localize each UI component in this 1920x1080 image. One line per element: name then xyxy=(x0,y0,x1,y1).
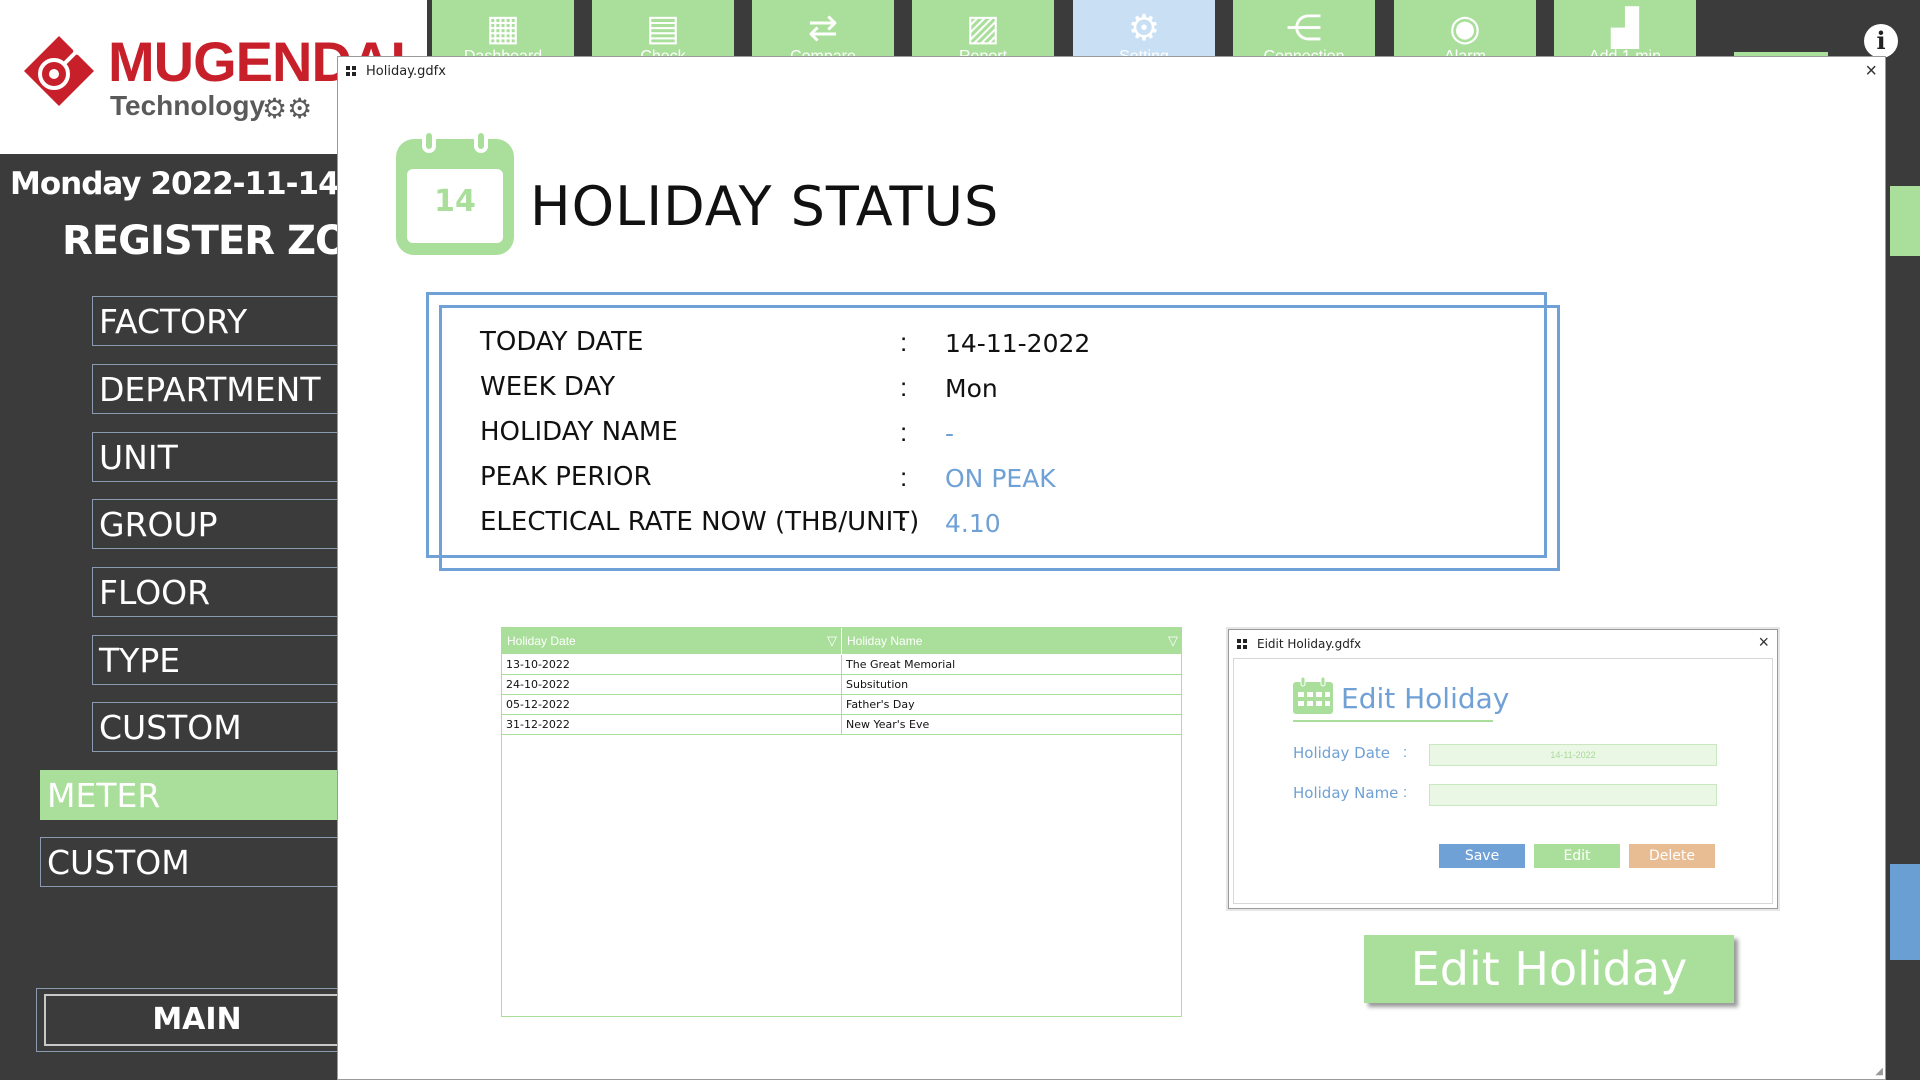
nav-setting-button[interactable]: ⚙ Setting xyxy=(1073,0,1215,58)
table-cell: The Great Memorial xyxy=(842,655,1182,675)
nav-dashboard-button[interactable]: ▦ Dashboard xyxy=(432,0,574,58)
dashboard-icon: ▦ xyxy=(485,7,521,48)
filter-icon[interactable]: ▽ xyxy=(827,628,837,654)
share-icon: ⋲ xyxy=(1286,7,1322,48)
logo-sub: Technology xyxy=(110,90,266,121)
status-value: ON PEAK xyxy=(945,464,1056,493)
right-edge-panel xyxy=(1890,186,1920,256)
resize-grip-icon[interactable]: ◢ xyxy=(1875,1066,1883,1077)
status-colon: : xyxy=(900,417,908,447)
field-colon: : xyxy=(1403,784,1408,801)
document-icon: ▤ xyxy=(645,7,681,48)
status-value: 4.10 xyxy=(945,509,1001,538)
status-value: 14-11-2022 xyxy=(945,329,1091,358)
status-row-holiday-name: HOLIDAY NAME : - xyxy=(480,417,1480,457)
status-row-electrical-rate: ELECTICAL RATE NOW (THB/UNIT) : 4.10 xyxy=(480,507,1480,547)
status-value: - xyxy=(945,419,955,448)
holiday-name-label: Holiday Name xyxy=(1293,784,1399,802)
table-row[interactable]: 13-10-2022 The Great Memorial xyxy=(502,655,1182,675)
signal-bars-icon: ▟ xyxy=(1611,7,1639,48)
compare-icon: ⇄ xyxy=(807,7,839,48)
field-colon: : xyxy=(1403,744,1408,761)
nav-add-1-min-button[interactable]: ▟ Add 1 min xyxy=(1554,0,1696,58)
status-label: HOLIDAY NAME xyxy=(480,417,678,447)
calendar-icon: 14 xyxy=(396,129,516,255)
dialog-title: Eidit Holiday.gdfx xyxy=(1257,637,1362,651)
nav-compare-button[interactable]: ⇄ Compare xyxy=(752,0,894,58)
status-value: Mon xyxy=(945,374,998,403)
status-colon: : xyxy=(900,372,908,402)
right-edge-panel-blue xyxy=(1890,864,1920,960)
heading-underline xyxy=(1293,720,1493,722)
window-titlebar[interactable]: Holiday.gdfx × xyxy=(338,57,1885,87)
delete-button[interactable]: Delete xyxy=(1629,844,1715,868)
status-colon: : xyxy=(900,507,908,537)
status-colon: : xyxy=(900,462,908,492)
app-grid-icon xyxy=(1237,639,1248,650)
holiday-date-label: Holiday Date xyxy=(1293,744,1391,762)
gears-icon: ⚙ xyxy=(1127,7,1161,48)
window-title: Holiday.gdfx xyxy=(366,64,446,79)
main-button[interactable]: MAIN xyxy=(44,994,350,1046)
holiday-date-input[interactable]: 14-11-2022 xyxy=(1429,744,1717,766)
status-label: ELECTICAL RATE NOW (THB/UNIT) xyxy=(480,507,920,537)
report-icon: ▨ xyxy=(965,7,1001,48)
column-header-holiday-date[interactable]: Holiday Date ▽ xyxy=(502,628,842,654)
table-cell: New Year's Eve xyxy=(842,715,1182,735)
status-row-week-day: WEEK DAY : Mon xyxy=(480,372,1480,412)
logo-mark-icon xyxy=(24,36,94,106)
nav-connection-button[interactable]: ⋲ Connection xyxy=(1233,0,1375,58)
status-row-today-date: TODAY DATE : 14-11-2022 xyxy=(480,327,1480,367)
table-cell: Subsitution xyxy=(842,675,1182,695)
table-cell: 13-10-2022 xyxy=(502,655,842,675)
edit-holiday-dialog: Eidit Holiday.gdfx × Edit Holiday Holida… xyxy=(1228,629,1778,909)
filter-icon[interactable]: ▽ xyxy=(1168,628,1178,654)
status-label: WEEK DAY xyxy=(480,372,616,402)
calendar-day: 14 xyxy=(434,184,476,219)
status-row-peak-period: PEAK PERIOR : ON PEAK xyxy=(480,462,1480,502)
table-row[interactable]: 31-12-2022 New Year's Eve xyxy=(502,715,1182,735)
app-grid-icon xyxy=(346,66,357,77)
edit-holiday-button[interactable]: Edit Holiday xyxy=(1364,935,1734,1003)
page-title: HOLIDAY STATUS xyxy=(530,175,1000,238)
holiday-table[interactable]: Holiday Date ▽ Holiday Name ▽ 13-10-2022… xyxy=(501,627,1182,1017)
holiday-window: Holiday.gdfx × 14 HOLIDAY STATUS TODAY D… xyxy=(337,56,1886,1080)
status-label: TODAY DATE xyxy=(480,327,644,357)
column-header-holiday-name[interactable]: Holiday Name ▽ xyxy=(842,628,1182,654)
close-icon[interactable]: × xyxy=(1865,59,1877,83)
table-row[interactable]: 24-10-2022 Subsitution xyxy=(502,675,1182,695)
status-colon: : xyxy=(900,327,908,357)
nav-check-button[interactable]: ▤ Check xyxy=(592,0,734,58)
nav-report-button[interactable]: ▨ Report xyxy=(912,0,1054,58)
table-cell: 24-10-2022 xyxy=(502,675,842,695)
holiday-name-input[interactable] xyxy=(1429,784,1717,806)
table-row[interactable]: 05-12-2022 Father's Day xyxy=(502,695,1182,715)
gears-icon: ⚙⚙ xyxy=(262,93,313,124)
broadcast-icon: ◉ xyxy=(1449,7,1481,48)
table-cell: Father's Day xyxy=(842,695,1182,715)
table-cell: 31-12-2022 xyxy=(502,715,842,735)
calendar-icon xyxy=(1293,676,1333,714)
status-label: PEAK PERIOR xyxy=(480,462,652,492)
nav-alarm-button[interactable]: ◉ Alarm xyxy=(1394,0,1536,58)
table-cell: 05-12-2022 xyxy=(502,695,842,715)
save-button[interactable]: Save xyxy=(1439,844,1525,868)
table-header: Holiday Date ▽ Holiday Name ▽ xyxy=(502,628,1181,654)
edit-button[interactable]: Edit xyxy=(1534,844,1620,868)
close-icon[interactable]: × xyxy=(1758,632,1769,653)
dialog-heading: Edit Holiday xyxy=(1341,682,1510,715)
info-icon[interactable]: i xyxy=(1864,24,1898,58)
